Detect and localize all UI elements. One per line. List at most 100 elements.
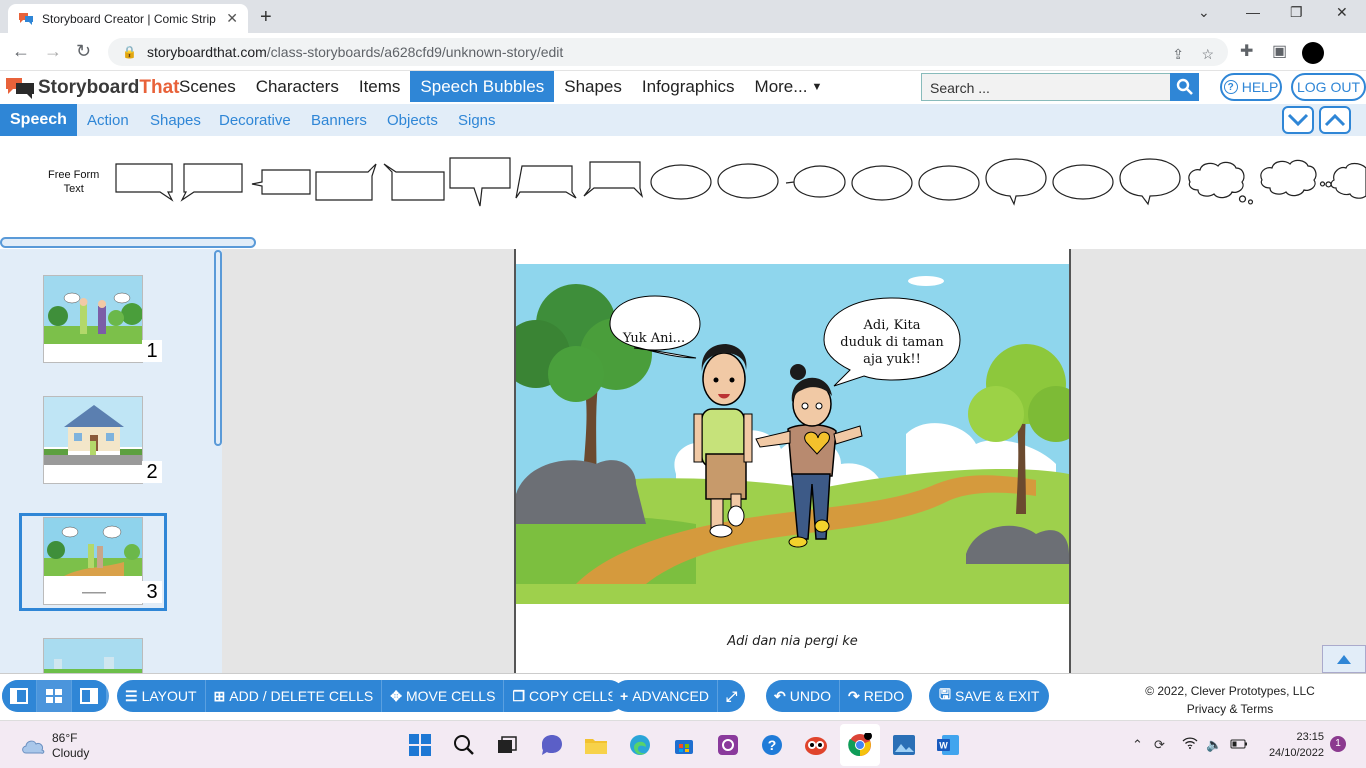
speech-bubble-left-text[interactable]: Yuk Ani... <box>610 331 698 346</box>
close-window-icon[interactable]: ✕ <box>1336 4 1348 21</box>
storyboard-cell[interactable]: Yuk Ani... Adi, Kita duduk di taman aja … <box>514 249 1071 673</box>
help-question-icon: ? <box>1223 80 1238 94</box>
sync-icon[interactable]: ⟳ <box>1154 737 1165 753</box>
advanced-button[interactable]: + ADVANCED <box>612 680 718 712</box>
collapse-down-button[interactable] <box>1282 106 1314 134</box>
weather-condition: Cloudy <box>52 746 90 760</box>
add-delete-label: ADD / DELETE CELLS <box>229 688 374 704</box>
search-input[interactable]: Search ... <box>921 73 1171 101</box>
menu-infographics[interactable]: Infographics <box>632 71 745 102</box>
collapse-up-button[interactable] <box>1319 106 1351 134</box>
redo-button[interactable]: ↷ REDO <box>840 680 912 712</box>
weather-widget[interactable]: 86°F Cloudy <box>20 731 89 761</box>
storyboardthat-favicon-icon <box>18 11 34 27</box>
tray-chevron-up-icon[interactable]: ⌃ <box>1132 737 1143 753</box>
windows-start-icon[interactable] <box>406 731 434 759</box>
view-grid-button[interactable] <box>37 680 72 712</box>
notification-badge[interactable]: 1 <box>1330 736 1346 752</box>
rect-bubble-6 <box>449 157 511 207</box>
tab-speech[interactable]: Speech <box>0 104 77 136</box>
oval-bubble-3 <box>785 165 846 198</box>
extensions-puzzle-icon[interactable]: ✚ <box>1240 41 1253 61</box>
task-view-icon[interactable] <box>493 731 521 759</box>
restore-icon[interactable]: ❐ <box>1290 4 1303 21</box>
chrome-browser-icon[interactable] <box>846 731 874 759</box>
photos-app-icon[interactable] <box>890 731 918 759</box>
new-tab-icon[interactable]: + <box>260 6 272 29</box>
menu-shapes[interactable]: Shapes <box>554 71 632 102</box>
storyboardthat-logo[interactable]: Storyboard That <box>5 76 179 100</box>
browser-tab[interactable]: Storyboard Creator | Comic Strip ✕ <box>8 4 248 33</box>
cell-thumbnail-2[interactable] <box>43 396 143 484</box>
wifi-icon[interactable] <box>1182 737 1198 752</box>
tab-close-icon[interactable]: ✕ <box>226 10 238 27</box>
logo-bubbles-icon <box>6 78 34 99</box>
bookmark-star-icon[interactable]: ☆ <box>1201 46 1214 63</box>
tab-action[interactable]: Action <box>87 104 129 136</box>
battery-icon[interactable] <box>1230 737 1248 752</box>
move-arrows-icon: ✥ <box>390 687 402 704</box>
share-icon[interactable]: ⇪ <box>1172 46 1184 63</box>
app-purple-icon[interactable] <box>714 731 742 759</box>
copy-icon: ❐ <box>512 687 525 704</box>
thumbnails-vertical-scrollbar[interactable] <box>214 250 222 446</box>
menu-speech-bubbles[interactable]: Speech Bubbles <box>410 71 555 102</box>
logout-button[interactable]: LOG OUT <box>1291 73 1366 101</box>
scroll-up-button[interactable] <box>1322 645 1366 673</box>
copy-cells-button[interactable]: ❐ COPY CELLS <box>504 680 624 712</box>
search-button[interactable] <box>1170 73 1199 101</box>
layout-button[interactable]: ☰ LAYOUT <box>117 680 206 712</box>
forward-arrow-icon[interactable]: → <box>44 41 62 62</box>
side-panel-icon[interactable]: ▣ <box>1272 41 1287 61</box>
url-field[interactable]: 🔒 storyboardthat.com/class-storyboards/a… <box>108 38 1228 66</box>
reload-icon[interactable]: ↻ <box>76 41 91 62</box>
svg-text:W: W <box>939 741 948 751</box>
view-sidebar-button[interactable] <box>2 680 37 712</box>
taskbar-search-icon[interactable] <box>450 731 478 759</box>
save-disk-icon: 🖫 <box>939 686 951 702</box>
undo-button[interactable]: ↶ UNDO <box>766 680 840 712</box>
minimize-icon[interactable]: — <box>1246 4 1260 20</box>
menu-scenes[interactable]: Scenes <box>169 71 246 102</box>
undo-label: UNDO <box>789 688 831 704</box>
help-app-icon[interactable]: ? <box>758 731 786 759</box>
tab-banners[interactable]: Banners <box>311 104 367 136</box>
profile-avatar[interactable] <box>1302 42 1324 64</box>
menu-more[interactable]: More... ▼ <box>745 71 833 102</box>
move-cells-button[interactable]: ✥ MOVE CELLS <box>382 680 505 712</box>
palette-horizontal-scrollbar[interactable] <box>0 237 256 248</box>
tab-signs[interactable]: Signs <box>458 104 496 136</box>
system-clock[interactable]: 23:15 24/10/2022 <box>1258 729 1324 761</box>
teams-chat-icon[interactable] <box>538 731 566 759</box>
back-arrow-icon[interactable]: ← <box>12 41 30 62</box>
url-host: storyboardthat.com <box>146 44 267 60</box>
cell-thumbnail-4[interactable] <box>43 638 143 673</box>
cell-thumbnail-1[interactable] <box>43 275 143 363</box>
cells-actions-group: ☰ LAYOUT ⊞ ADD / DELETE CELLS ✥ MOVE CELLS … <box>117 680 625 712</box>
microsoft-store-icon[interactable] <box>670 731 698 759</box>
oval-bubble-8 <box>1119 158 1181 206</box>
add-delete-cells-button[interactable]: ⊞ ADD / DELETE CELLS <box>206 680 383 712</box>
help-label: HELP <box>1241 79 1279 95</box>
cell-thumbnail-3[interactable] <box>43 517 143 605</box>
fullscreen-button[interactable]: ⤢ <box>718 680 745 712</box>
speech-bubble-right[interactable]: Adi, Kita duduk di taman aja yuk!! <box>828 317 956 368</box>
word-app-icon[interactable]: W <box>934 731 962 759</box>
rect-bubble-5 <box>383 163 445 201</box>
menu-characters[interactable]: Characters <box>246 71 349 102</box>
help-button[interactable]: ? HELP <box>1220 73 1282 101</box>
tab-shapes[interactable]: Shapes <box>150 104 201 136</box>
privacy-terms-link[interactable]: Privacy & Terms <box>1100 700 1360 718</box>
menu-items[interactable]: Items <box>349 71 411 102</box>
edge-browser-icon[interactable] <box>626 731 654 759</box>
tab-objects[interactable]: Objects <box>387 104 438 136</box>
tab-search-chevron-icon[interactable]: ⌄ <box>1198 4 1210 21</box>
file-explorer-icon[interactable] <box>582 731 610 759</box>
volume-icon[interactable]: 🔈 <box>1206 737 1222 753</box>
tab-decorative[interactable]: Decorative <box>219 104 291 136</box>
owl-app-icon[interactable] <box>802 731 830 759</box>
save-exit-button[interactable]: 🖫 SAVE & EXIT <box>929 680 1049 712</box>
view-single-button[interactable] <box>72 680 106 712</box>
cell-caption-text[interactable]: Adi dan nia pergi ke <box>514 634 1071 649</box>
menu-more-label: More... <box>754 76 808 96</box>
